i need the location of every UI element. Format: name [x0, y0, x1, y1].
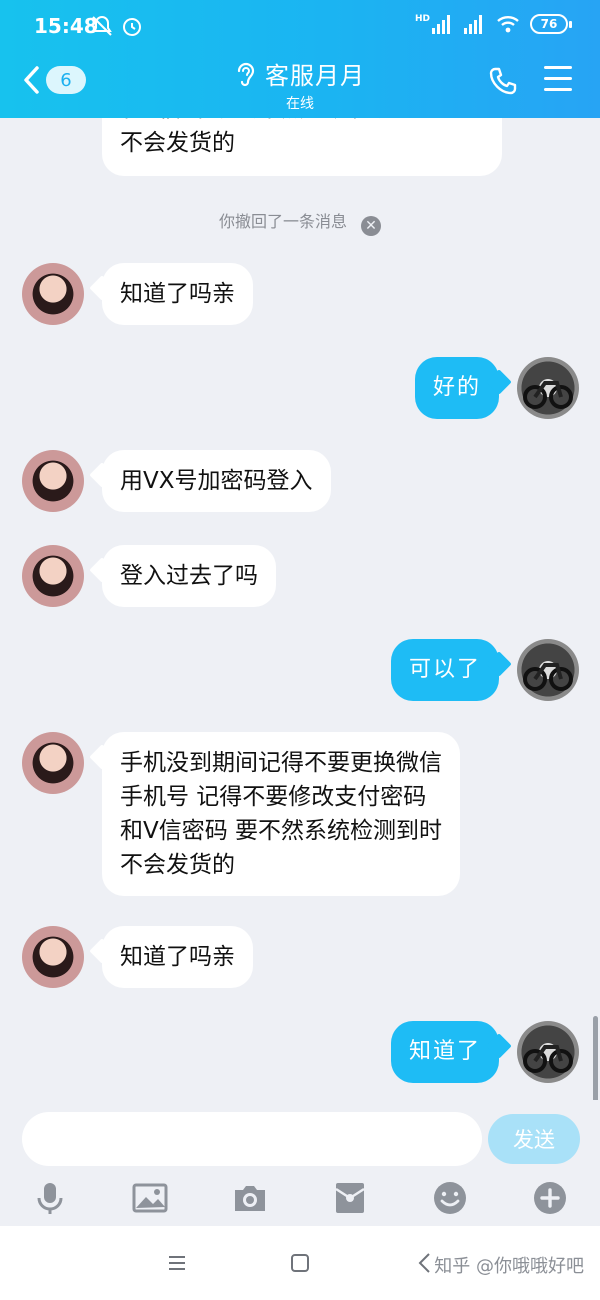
- message-text: 好的: [432, 375, 481, 400]
- scrollbar[interactable]: [593, 1016, 598, 1100]
- microphone-icon[interactable]: [32, 1180, 68, 1216]
- phone-icon[interactable]: [488, 66, 518, 96]
- status-time: 15:48: [34, 14, 98, 38]
- signal-icon-2: [464, 15, 482, 34]
- avatar-agent[interactable]: [22, 545, 84, 607]
- emoji-icon[interactable]: [432, 1180, 468, 1216]
- message-text: 登入过去了吗: [120, 563, 258, 589]
- avatar-agent[interactable]: [22, 732, 84, 794]
- avatar-agent[interactable]: [22, 926, 84, 988]
- recall-notice: 你撤回了一条消息 ✕: [0, 208, 600, 236]
- ear-icon: [237, 62, 255, 86]
- message-text: 知道了: [408, 1039, 481, 1064]
- message-text: 不会发货的: [120, 130, 235, 156]
- red-packet-icon[interactable]: [332, 1180, 368, 1216]
- hd-tag: HD: [414, 14, 430, 24]
- system-navigation-bar: 知乎 @你哦哦好吧: [0, 1226, 600, 1300]
- message-text: 手机号 记得不要修改支付密码: [120, 784, 427, 810]
- image-icon[interactable]: [132, 1180, 168, 1216]
- camera-icon[interactable]: [232, 1180, 268, 1216]
- top-bar: 15:48 HD 76 6 客服月月 在线: [0, 0, 600, 118]
- send-button[interactable]: 发送: [488, 1114, 580, 1164]
- motorcycle-icon: [523, 381, 573, 409]
- message-input[interactable]: [22, 1112, 482, 1166]
- battery-level: 76: [540, 17, 558, 31]
- avatar-me[interactable]: [517, 639, 579, 701]
- chat-title: 客服月月: [265, 62, 365, 90]
- wifi-icon: [497, 16, 519, 33]
- message-list[interactable]: 和V信密码 要不然系统检测到时 不会发货的 你撤回了一条消息 ✕ 知道了吗亲 好的…: [0, 118, 600, 1100]
- chat-navbar: 6 客服月月 在线: [0, 52, 600, 118]
- avatar-me[interactable]: [517, 1021, 579, 1083]
- watermark: 知乎 @你哦哦好吧: [434, 1256, 584, 1277]
- message-text: 不会发货的: [120, 852, 235, 878]
- message-text: 知道了吗亲: [120, 944, 235, 970]
- close-icon[interactable]: ✕: [361, 216, 381, 236]
- message-bubble-sent[interactable]: 好的: [414, 357, 499, 419]
- message-text: 和V信密码 要不然系统检测到时: [120, 818, 443, 844]
- signal-icon: [432, 15, 450, 34]
- message-text: 可以了: [408, 657, 481, 682]
- mute-notification-icon: [92, 15, 112, 36]
- motorcycle-icon: [523, 663, 573, 691]
- motorcycle-icon: [523, 1045, 573, 1073]
- message-bubble-received[interactable]: 用VX号加密码登入: [102, 450, 331, 512]
- message-text: 手机没到期间记得不要更换微信: [120, 750, 442, 776]
- avatar-agent[interactable]: [22, 263, 84, 325]
- message-bubble-received[interactable]: 和V信密码 要不然系统检测到时 不会发货的: [102, 118, 502, 176]
- message-bubble-received[interactable]: 知道了吗亲: [102, 263, 253, 325]
- plus-icon[interactable]: [532, 1180, 568, 1216]
- status-bar: 15:48 HD 76: [0, 0, 600, 52]
- message-bubble-sent[interactable]: 知道了: [390, 1021, 499, 1083]
- message-bubble-received[interactable]: 知道了吗亲: [102, 926, 253, 988]
- online-status: 在线: [286, 96, 314, 112]
- message-text: 知道了吗亲: [120, 281, 235, 307]
- battery-icon: 76: [530, 14, 572, 34]
- message-bubble-received[interactable]: 登入过去了吗: [102, 545, 276, 607]
- menu-icon[interactable]: [164, 1250, 190, 1276]
- home-icon[interactable]: [287, 1250, 313, 1276]
- message-bubble-sent[interactable]: 可以了: [390, 639, 499, 701]
- message-text: 用VX号加密码登入: [120, 468, 313, 494]
- menu-icon[interactable]: [544, 66, 572, 94]
- alarm-icon: [123, 18, 141, 36]
- avatar-me[interactable]: [517, 357, 579, 419]
- message-bubble-received[interactable]: 手机没到期间记得不要更换微信 手机号 记得不要修改支付密码 和V信密码 要不然系…: [102, 732, 461, 896]
- composer-bar: 发送: [0, 1100, 600, 1176]
- recall-text: 你撤回了一条消息: [218, 212, 347, 231]
- composer-toolbar: [0, 1176, 600, 1226]
- message-text: 和V信密码 要不然系统检测到时: [120, 118, 484, 126]
- avatar-agent[interactable]: [22, 450, 84, 512]
